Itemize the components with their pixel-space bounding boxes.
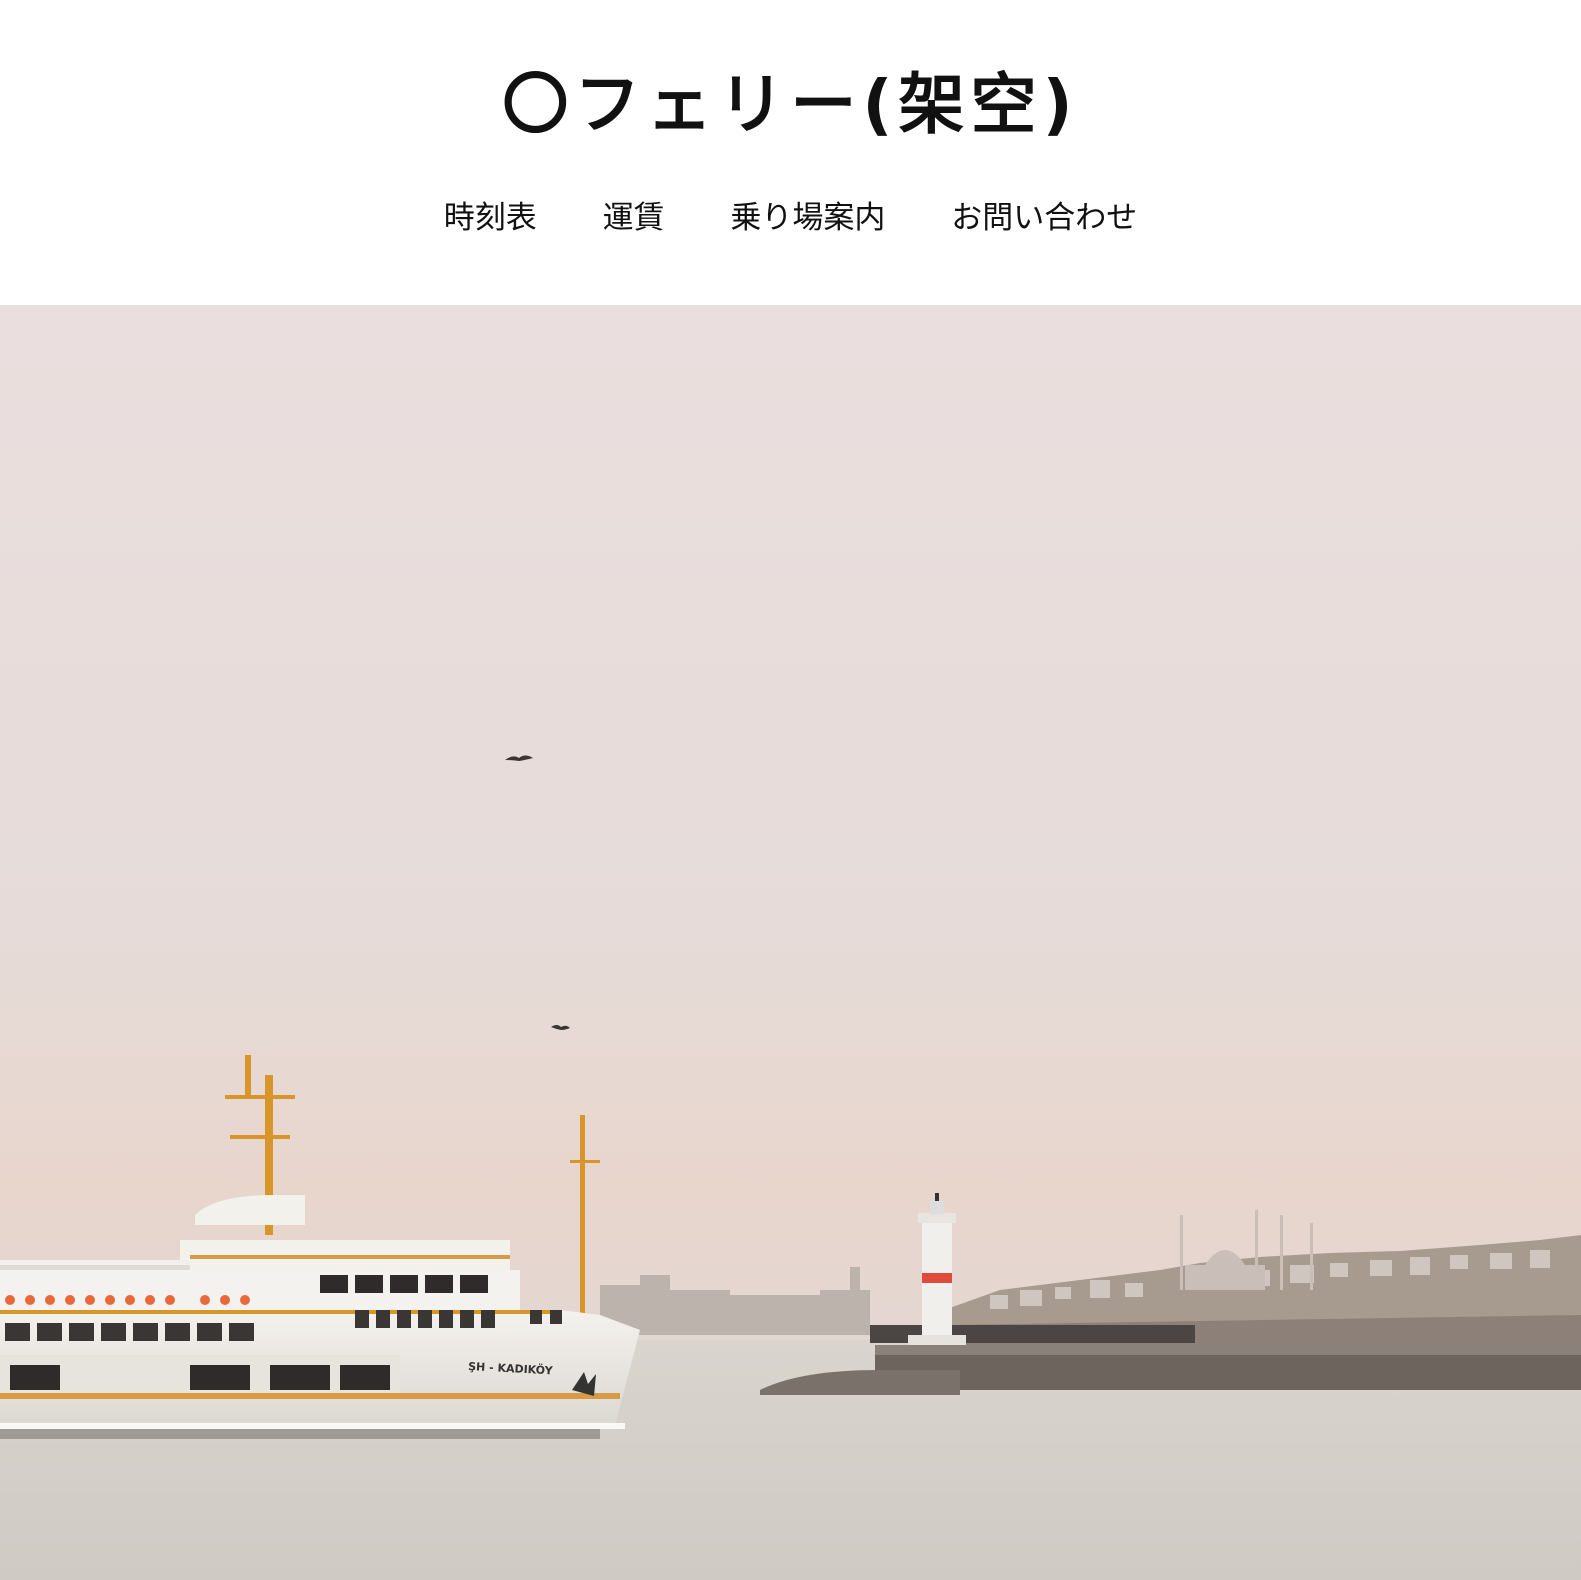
breakwater bbox=[760, 1345, 1581, 1395]
site-header: 〇フェリー(架空) 時刻表 運賃 乗り場案内 お問い合わせ bbox=[0, 0, 1581, 305]
nav-item-boarding-guide[interactable]: 乗り場案内 bbox=[730, 196, 885, 240]
sky bbox=[0, 305, 1581, 1345]
ferry-harbor-photo: ŞH - KADIKÖY bbox=[0, 305, 1581, 1580]
nav-item-timetable[interactable]: 時刻表 bbox=[444, 196, 537, 240]
site-title[interactable]: 〇フェリー(架空) bbox=[0, 62, 1581, 148]
main-nav: 時刻表 運賃 乗り場案内 お問い合わせ bbox=[0, 196, 1581, 240]
hero-image: ŞH - KADIKÖY bbox=[0, 305, 1581, 1580]
nav-item-contact[interactable]: お問い合わせ bbox=[951, 196, 1137, 240]
nav-item-fare[interactable]: 運賃 bbox=[603, 196, 665, 240]
